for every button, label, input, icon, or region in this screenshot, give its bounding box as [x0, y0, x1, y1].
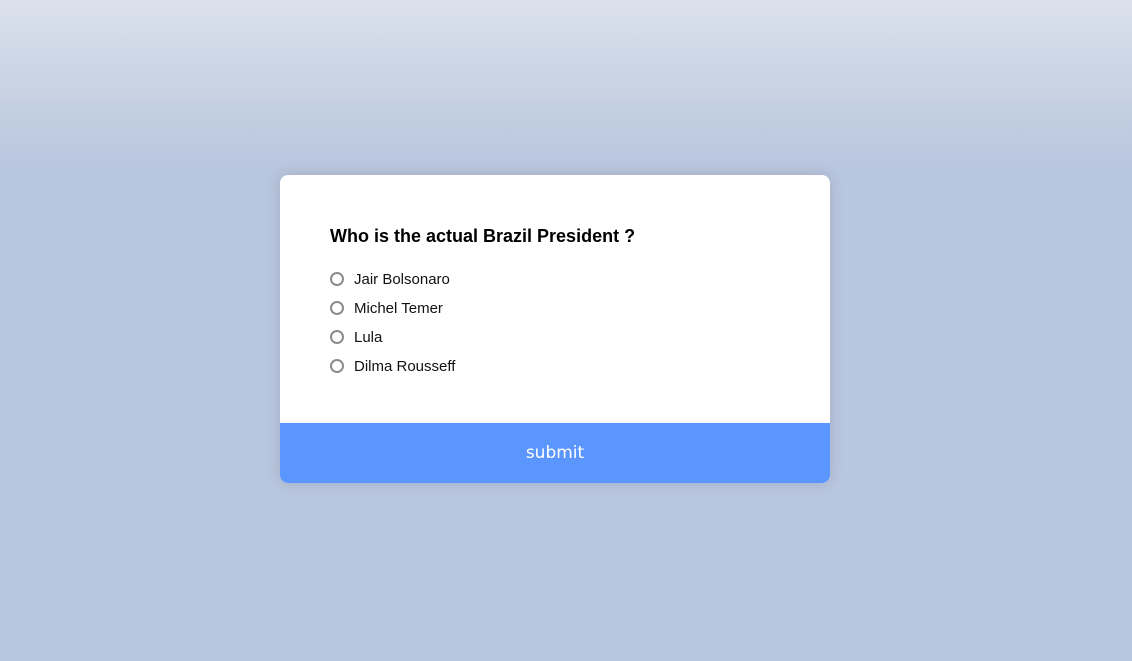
answer-option-dilma-rousseff[interactable]: Dilma Rousseff [330, 352, 780, 381]
answer-label[interactable]: Lula [354, 329, 382, 346]
answer-option-michel-temer[interactable]: Michel Temer [330, 294, 780, 323]
radio-button[interactable] [330, 271, 344, 286]
question-text: Who is the actual Brazil President ? [330, 226, 636, 246]
quiz-card: Who is the actual Brazil President ? Jai… [280, 175, 830, 483]
radio-button[interactable] [330, 329, 344, 344]
answer-option-lula[interactable]: Lula [330, 323, 780, 352]
answer-label[interactable]: Jair Bolsonaro [354, 271, 450, 288]
submit-button[interactable]: submit [280, 423, 830, 483]
answer-option-jair-bolsonaro[interactable]: Jair Bolsonaro [330, 265, 780, 294]
radio-button[interactable] [330, 300, 344, 315]
radio-button[interactable] [330, 358, 344, 373]
page-background: { "quiz": { "question": "Who is the actu… [0, 0, 1132, 661]
quiz-body: Who is the actual Brazil President ? Jai… [280, 175, 830, 423]
answer-label[interactable]: Dilma Rousseff [354, 358, 455, 375]
answer-list: Jair Bolsonaro Michel Temer Lula Dilma R… [330, 265, 780, 381]
answer-label[interactable]: Michel Temer [354, 300, 443, 317]
